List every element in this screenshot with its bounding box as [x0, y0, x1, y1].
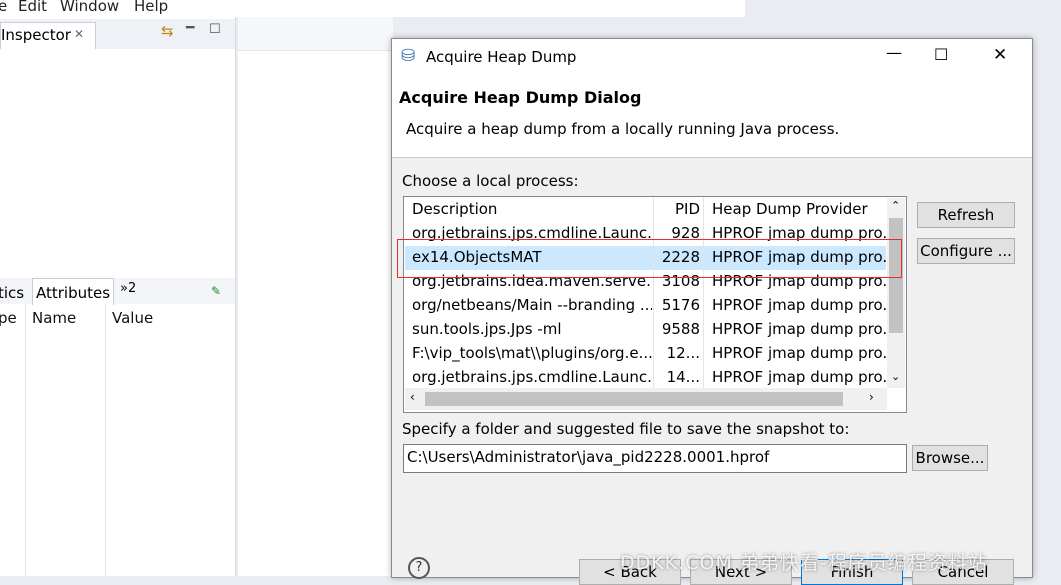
process-row[interactable]: sun.tools.jps.Jps -ml 9588 HPROF jmap dump… [405, 318, 886, 342]
dialog-banner: Acquire Heap Dump Dialog Acquire a heap … [392, 77, 1032, 158]
process-provider: HPROF jmap dump pro... [712, 344, 886, 362]
minimize-view-icon[interactable]: ━ [186, 20, 194, 36]
column-separator [703, 197, 704, 388]
snapshot-path-input[interactable]: C:\Users\Administrator\java_pid2228.0001… [403, 444, 907, 473]
scroll-down-icon[interactable]: ⌄ [891, 370, 900, 383]
process-row[interactable]: org/netbeans/Main --branding ... 5176 HPRO… [405, 294, 886, 318]
minimize-icon[interactable]: — [886, 43, 902, 62]
hscroll-thumb[interactable] [425, 392, 843, 406]
editor-tabstrip [238, 17, 393, 51]
menu-help[interactable]: Help [134, 0, 168, 15]
column-divider [105, 304, 106, 576]
pin-icon[interactable]: ✎ [211, 284, 221, 298]
process-provider: HPROF jmap dump pro... [712, 368, 886, 386]
horizontal-scrollbar[interactable]: ‹ › [405, 388, 887, 410]
scroll-up-icon[interactable]: ⌃ [891, 199, 900, 212]
process-table: Description PID Heap Dump Provider org.j… [403, 196, 907, 413]
dialog-titlebar: ⛁ Acquire Heap Dump — ☐ ✕ [392, 39, 1032, 77]
save-location-label: Specify a folder and suggested file to s… [402, 420, 850, 438]
column-type[interactable]: pe [0, 309, 17, 327]
process-description: org.jetbrains.jps.cmdline.Launc... [412, 368, 652, 386]
close-icon[interactable]: ✕ [74, 27, 84, 41]
highlight-box [397, 239, 902, 278]
scroll-right-icon[interactable]: › [869, 390, 874, 404]
close-icon[interactable]: ✕ [993, 45, 1007, 65]
choose-process-label: Choose a local process: [402, 172, 579, 190]
tab-attributes-label: Attributes [36, 284, 111, 302]
inspector-tab[interactable]: Inspector ✕ [0, 22, 96, 49]
process-row[interactable]: org.jetbrains.jps.cmdline.Launc... 14... H… [405, 366, 886, 390]
process-description: sun.tools.jps.Jps -ml [412, 320, 562, 338]
dialog-description: Acquire a heap dump from a locally runni… [406, 120, 840, 138]
refresh-button[interactable]: Refresh [917, 202, 1015, 228]
column-divider [25, 304, 26, 576]
process-pid: 5176 [661, 296, 700, 314]
configure-button[interactable]: Configure ... [917, 238, 1015, 264]
inspector-tab-label: Inspector [1, 26, 71, 44]
column-value[interactable]: Value [112, 309, 153, 327]
column-description[interactable]: Description [412, 200, 652, 218]
editor-area [238, 17, 393, 576]
sync-icon[interactable]: ⇆ [161, 22, 174, 40]
process-description: F:\vip_tools\mat\\plugins/org.e... [412, 344, 652, 362]
process-provider: HPROF jmap dump pro... [712, 320, 886, 338]
menu-window[interactable]: Window [60, 0, 119, 15]
process-description: org/netbeans/Main --branding ... [412, 296, 652, 314]
process-row[interactable]: F:\vip_tools\mat\\plugins/org.e... 12... H… [405, 342, 886, 366]
tab-overflow[interactable]: »2 [120, 281, 136, 296]
vertical-scrollbar[interactable]: ⌃ ⌄ [887, 198, 905, 388]
process-pid: 12... [666, 344, 700, 362]
table-header: Description PID Heap Dump Provider [405, 198, 886, 222]
dialog-heading: Acquire Heap Dump Dialog [399, 88, 642, 107]
snapshot-path-value: C:\Users\Administrator\java_pid2228.0001… [407, 448, 770, 466]
maximize-icon[interactable]: ☐ [934, 45, 948, 64]
watermark-text: DDKK.COM 弟弟快看-程序员编程资料站 [620, 552, 988, 574]
column-provider[interactable]: Heap Dump Provider [712, 200, 886, 218]
browse-button[interactable]: Browse... [912, 445, 988, 471]
tab-attributes[interactable]: Attributes [32, 278, 114, 305]
process-provider: HPROF jmap dump pro... [712, 296, 886, 314]
column-name[interactable]: Name [32, 309, 76, 327]
column-pid[interactable]: PID [658, 200, 700, 218]
column-separator [653, 197, 654, 388]
process-pid: 9588 [661, 320, 700, 338]
process-pid: 14... [666, 368, 700, 386]
acquire-heap-dump-dialog: ⛁ Acquire Heap Dump — ☐ ✕ Acquire Heap D… [391, 38, 1033, 585]
scroll-left-icon[interactable]: ‹ [410, 390, 415, 404]
heap-dump-icon: ⛁ [401, 46, 416, 66]
tab-statistics[interactable]: tics [0, 284, 24, 302]
menu-file[interactable]: e [0, 0, 7, 15]
menu-edit[interactable]: Edit [18, 0, 47, 15]
menu-bar: e Edit Window Help [0, 0, 745, 17]
dialog-title: Acquire Heap Dump [426, 48, 577, 66]
maximize-view-icon[interactable]: ☐ [209, 22, 221, 37]
